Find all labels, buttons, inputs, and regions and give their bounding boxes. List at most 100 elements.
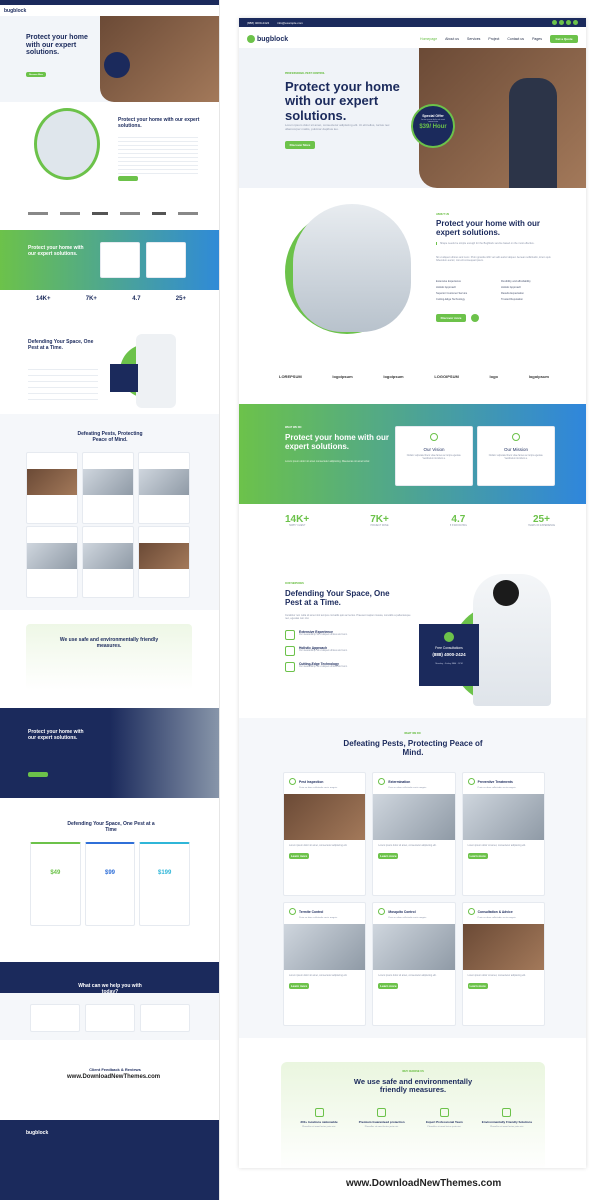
left-watermark: www.DownloadNewThemes.com [67,1074,161,1080]
left-about-title: Protect your home with our expert soluti… [118,117,200,129]
learn-more-button[interactable]: Learn more [467,982,488,989]
vision-card-text: Nullam vulputate libero vitae fames ac t… [406,455,462,460]
topbar-email: info@example.com [277,20,303,25]
about-eyebrow: ABOUT US [436,213,450,216]
mission-card: Our Mission Nullam vulputate libero vita… [477,426,555,486]
about-title: Protect your home with our expert soluti… [436,219,541,237]
header: bugblock Homepage About us Services Proj… [247,32,578,46]
client-logo: LOREPSUM [279,374,302,379]
service-icon [467,778,475,785]
left-hero-button[interactable]: Discover More [26,72,46,77]
left-cta-dark: Protect your home with our expert soluti… [0,708,219,798]
about-feature: Holistic Approach [501,286,522,289]
client-logo: logo [489,374,498,379]
left-vision-card [100,242,140,278]
hero-eyebrow: PROFESSIONAL PEST CONTROL [285,72,325,75]
safe-section: WHY CHOOSE US We use safe and environmen… [281,1062,545,1168]
learn-more-button[interactable]: Learn more [467,852,488,859]
left-cta-button[interactable] [28,772,48,777]
offer-label: Special Offer [422,114,444,118]
learn-more-button[interactable]: Learn more [289,982,309,989]
left-defend-lines [28,364,98,404]
safe-item-title: Premium Guaranteed protection [358,1120,405,1124]
left-cta-title: Protect your home with our expert soluti… [28,729,84,741]
service-card: Termite Control Proin eu diam sollicitudi… [283,902,367,1026]
consult-card: Free Consultations (888) 4000-2424 Monda… [419,624,479,686]
nav-project[interactable]: Project [488,37,499,41]
left-vision-title: Protect your home with our expert soluti… [28,245,84,257]
service-icon [467,908,475,915]
left-about-button[interactable] [118,176,138,181]
left-header: bugblock [4,8,216,14]
left-stat-2: 7K+ [85,296,97,302]
about-feature: Superior Customer Service [436,292,468,295]
service-title: Termite Control [299,909,324,914]
left-stat-4: 25+ [175,296,186,302]
chat-icon [285,646,295,656]
left-consult-card [110,364,138,392]
service-title: Mosquito Control [388,909,416,914]
left-about-image [34,108,100,180]
service-image [284,793,366,840]
service-icon [289,778,296,785]
safe-item-title: Environmentally Friendly Solutions [481,1120,533,1124]
nav-about[interactable]: About us [445,37,459,41]
leaf-icon [502,1108,512,1117]
left-safe-title: We use safe and environmentally friendly… [59,637,159,649]
stat-label: PROJECT DONE [370,525,389,527]
youtube-icon[interactable] [573,20,578,25]
learn-more-button[interactable]: Learn more [378,982,399,989]
left-preview: bugblock Protect your home with our expe… [0,0,220,1200]
instagram-icon[interactable] [566,20,571,25]
vision-eyebrow: WHAT WE DO [285,426,302,429]
stat-value: 14K+ [285,514,310,525]
hero-title: Protect your home with our expert soluti… [285,79,400,123]
get-quote-button[interactable]: Get a Quote [550,35,578,43]
service-subtext: Proin eu diam sollicitudin sociis magnis… [299,787,338,789]
hero-discover-button[interactable]: Discover More [285,141,315,149]
lightbulb-icon [430,433,438,441]
stats: 14K+ HAPPY CLIENT 7K+ PROJECT DONE 4.7 5 ST… [285,514,555,527]
about-features: Extensive Experience Flexibility and aff… [436,280,566,301]
twitter-icon[interactable] [559,20,564,25]
client-logo: LOGOIPSUM [434,374,459,379]
mission-card-text: Nullam vulputate libero vitae fames ac t… [488,455,544,460]
nav-services[interactable]: Services [467,37,480,41]
service-body: Lorem ipsum dolor sit amet, consectetur … [378,973,437,977]
defend-items: Extensive Experience Our stewardship Sit … [285,630,415,672]
consult-phone[interactable]: (888) 4000-2424 [419,652,479,657]
logo-text[interactable]: bugblock [257,36,288,43]
services-title: Defeating Pests, Protecting Peace of Min… [343,739,483,757]
safe-items: 300+ locations nationwide Phasellus sit a… [291,1108,535,1129]
nav-homepage[interactable]: Homepage [420,37,437,41]
left-help: What can we help you with today? [0,962,219,1040]
about-discover-button[interactable]: Discover more [436,314,466,322]
left-about-lines [118,134,198,174]
about-feature: Holistic Approach [436,286,457,289]
left-price-3: $199 [139,842,191,926]
logo-strip: LOREPSUM logoipsum logoipsum LOGOIPSUM l… [279,374,549,379]
stat-value: 7K+ [370,514,389,525]
service-icon [289,908,296,915]
about-feature: Extensive Experience [436,280,461,283]
client-logo: logoipsum [383,374,404,379]
stat-label: 5 STAR RATING [449,525,467,527]
consult-title: Free Consultations [435,646,463,650]
nav-contact[interactable]: Contact us [507,37,524,41]
left-mission-card [146,242,186,278]
service-subtext: Proin eu diam sollicitudin sociis magnis… [477,787,517,789]
service-card: Consultation & Advice Proin eu diam solli… [461,902,545,1026]
service-body: Lorem ipsum dolor sit amet, consectetur … [467,973,526,977]
learn-more-button[interactable]: Learn more [289,852,309,859]
stat-label: YEARS OF EXPERIENCE [527,525,555,527]
left-stat-3: 4.7 [132,296,141,302]
nav-pages[interactable]: Pages [532,37,542,41]
defend-eyebrow: OUR SERVICES [285,582,304,585]
stat-label: HAPPY CLIENT [288,525,306,527]
learn-more-button[interactable]: Learn more [378,852,399,859]
right-preview: (888) 4000-2424 info@example.com bugbloc… [239,18,586,1168]
service-image [462,923,544,970]
facebook-icon[interactable] [552,20,557,25]
play-icon[interactable] [471,314,479,322]
about-feature: Flexibility and affordability [501,280,531,283]
